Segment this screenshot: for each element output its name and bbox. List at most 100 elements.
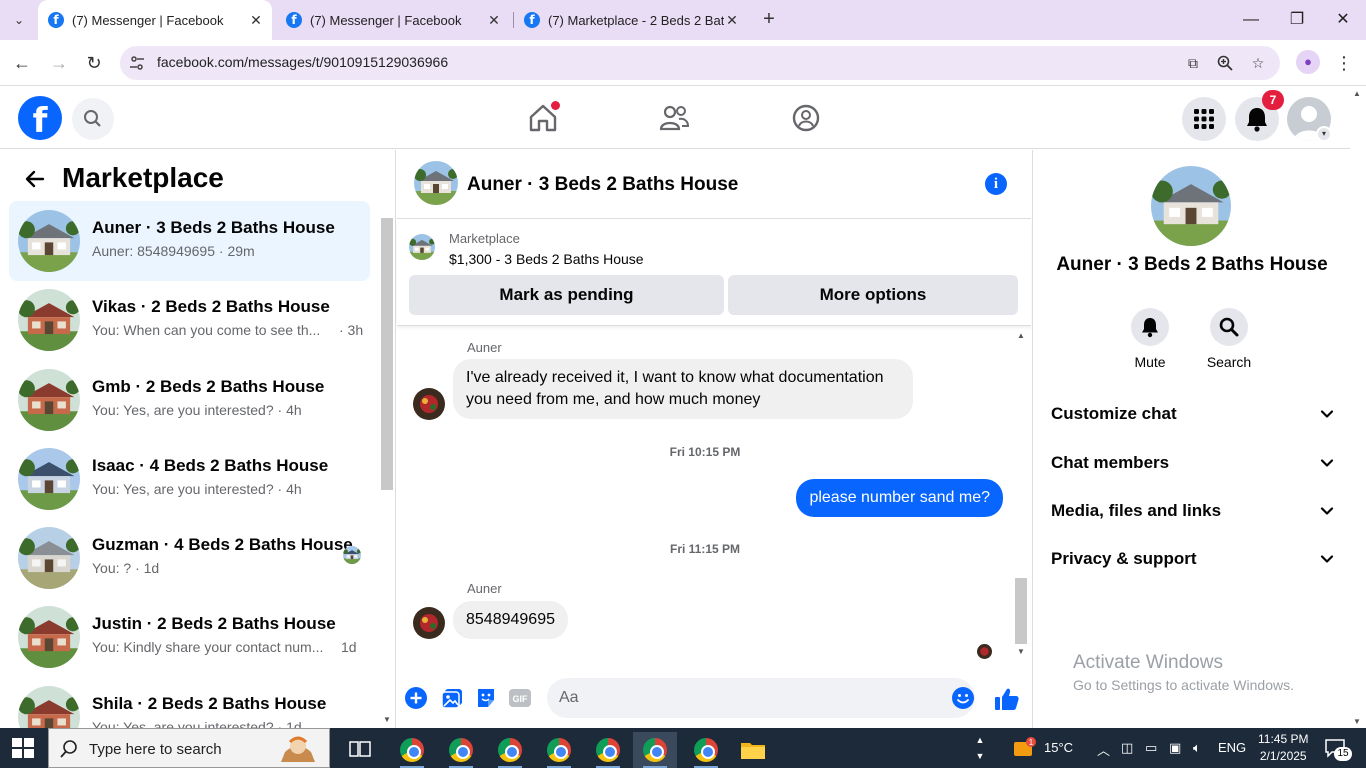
back-arrow-icon[interactable] bbox=[22, 166, 48, 192]
search-in-chat-button[interactable]: Search bbox=[1204, 308, 1254, 370]
volume-icon[interactable]: 🔈︎ bbox=[1193, 740, 1201, 756]
emoji-icon[interactable] bbox=[951, 686, 975, 710]
site-settings-icon[interactable] bbox=[128, 54, 146, 72]
sender-avatar[interactable] bbox=[413, 607, 445, 639]
browser-tab-3[interactable]: f (7) Marketplace - 2 Beds 2 Bath ✕ bbox=[514, 0, 748, 40]
back-icon[interactable]: ← bbox=[9, 50, 35, 76]
browser-menu-icon[interactable]: ⋮ bbox=[1334, 50, 1354, 76]
taskbar-chrome-6[interactable] bbox=[633, 732, 677, 768]
facebook-search-button[interactable] bbox=[72, 98, 114, 140]
forward-icon[interactable]: → bbox=[46, 50, 72, 76]
address-bar[interactable]: facebook.com/messages/t/9010915129036966… bbox=[120, 46, 1280, 80]
taskbar-chrome-5[interactable] bbox=[586, 732, 630, 768]
browser-tab-2[interactable]: f (7) Messenger | Facebook ✕ bbox=[276, 0, 510, 40]
close-tab-icon[interactable]: ✕ bbox=[248, 12, 264, 28]
gif-icon[interactable]: GIF bbox=[508, 686, 532, 710]
browser-tab-1[interactable]: f (7) Messenger | Facebook ✕ bbox=[38, 0, 272, 40]
network-icon[interactable]: ▣ bbox=[1169, 740, 1181, 756]
sender-avatar[interactable] bbox=[413, 388, 445, 420]
action-center-icon[interactable]: 15 bbox=[1324, 738, 1352, 761]
chat-time: 1d bbox=[341, 639, 357, 655]
battery-icon[interactable]: ▭ bbox=[1145, 740, 1157, 756]
conversation-scrollbar-thumb[interactable] bbox=[1015, 578, 1027, 644]
scroll-up-arrow-icon[interactable]: ▲ bbox=[1015, 330, 1027, 342]
privacy-support-section[interactable]: Privacy & support bbox=[1051, 539, 1335, 579]
facebook-logo-icon[interactable]: f bbox=[18, 96, 62, 140]
conversation-avatar[interactable] bbox=[414, 161, 458, 205]
plus-circle-icon[interactable] bbox=[404, 686, 428, 710]
zoom-icon[interactable] bbox=[1216, 54, 1234, 72]
install-app-icon[interactable]: ⧉ bbox=[1184, 54, 1202, 72]
taskbar-search-box[interactable]: Type here to search bbox=[48, 728, 330, 768]
more-options-button[interactable]: More options bbox=[728, 275, 1018, 315]
like-thumbs-up-icon[interactable] bbox=[994, 686, 1019, 710]
weather-icon[interactable]: 1 bbox=[1012, 736, 1038, 760]
restore-icon[interactable]: ❐ bbox=[1282, 6, 1312, 34]
windows-start-icon[interactable] bbox=[12, 738, 34, 758]
new-tab-icon[interactable]: + bbox=[758, 8, 780, 30]
conversation-title[interactable]: Auner · 3 Beds 2 Baths House bbox=[467, 174, 738, 196]
chat-preview: You: ? · 1d bbox=[92, 560, 160, 576]
page-scrollbar[interactable]: ▲ ▼ bbox=[1350, 87, 1366, 728]
media-files-links-section[interactable]: Media, files and links bbox=[1051, 491, 1335, 531]
friends-nav-icon[interactable] bbox=[657, 101, 691, 135]
scrollbar-thumb[interactable] bbox=[381, 218, 393, 490]
scroll-up-arrow-icon[interactable]: ▲ bbox=[1353, 89, 1361, 98]
tab-search-dropdown-icon[interactable]: ⌄ bbox=[8, 10, 30, 30]
outgoing-message-bubble[interactable]: please number sand me? bbox=[796, 479, 1003, 517]
close-tab-icon[interactable]: ✕ bbox=[724, 12, 740, 28]
mute-button[interactable]: Mute bbox=[1125, 308, 1175, 370]
menu-grid-button[interactable] bbox=[1182, 97, 1226, 141]
close-tab-icon[interactable]: ✕ bbox=[486, 12, 502, 28]
browser-profile-icon[interactable]: ● bbox=[1296, 50, 1320, 74]
taskbar-chrome-7[interactable] bbox=[684, 732, 728, 768]
taskbar-chrome-3[interactable] bbox=[488, 732, 532, 768]
show-hidden-icons-icon[interactable]: ︿ bbox=[1097, 740, 1110, 759]
chat-profile-avatar[interactable] bbox=[1151, 166, 1231, 246]
activate-windows-watermark: Activate Windows Go to Settings to activ… bbox=[1073, 652, 1294, 693]
chat-time: · 3h bbox=[339, 322, 364, 338]
groups-nav-icon[interactable] bbox=[789, 101, 823, 135]
chat-list-item[interactable]: Gmb · 2 Beds 2 Baths House You: Yes, are … bbox=[9, 360, 370, 440]
minimize-icon[interactable]: — bbox=[1236, 6, 1266, 34]
taskbar-scroll-arrows-icon[interactable]: ▲ ▼ bbox=[974, 732, 986, 764]
sticker-icon[interactable] bbox=[474, 686, 498, 710]
input-language[interactable]: ENG bbox=[1218, 740, 1246, 755]
chat-members-section[interactable]: Chat members bbox=[1051, 443, 1335, 483]
photo-icon[interactable] bbox=[440, 686, 464, 710]
tray-device-icon[interactable]: ◫ bbox=[1121, 740, 1133, 756]
taskbar-chrome-4[interactable] bbox=[537, 732, 581, 768]
info-icon[interactable]: i bbox=[985, 173, 1007, 195]
incoming-message-bubble[interactable]: 8548949695 bbox=[453, 601, 568, 639]
search-icon bbox=[84, 110, 101, 127]
chat-name: Gmb · 2 Beds 2 Baths House bbox=[92, 377, 325, 396]
task-view-icon[interactable] bbox=[338, 732, 382, 768]
reload-icon[interactable]: ↻ bbox=[81, 50, 107, 76]
home-notification-dot bbox=[551, 101, 560, 110]
chat-list-item[interactable]: Vikas · 2 Beds 2 Baths House You: When ca… bbox=[9, 280, 370, 360]
clock-time: 11:45 PM bbox=[1258, 732, 1309, 746]
browser-tab-bar: ⌄ f (7) Messenger | Facebook ✕ f (7) Mes… bbox=[0, 0, 1366, 40]
file-explorer-icon[interactable] bbox=[731, 732, 775, 768]
chat-list-item[interactable]: Auner · 3 Beds 2 Baths House Auner: 85489… bbox=[9, 201, 370, 281]
bookmark-star-icon[interactable]: ☆ bbox=[1249, 54, 1267, 72]
chevron-down-icon[interactable]: ▾ bbox=[1316, 126, 1332, 142]
scroll-down-arrow-icon[interactable]: ▼ bbox=[1353, 717, 1361, 726]
taskbar-chrome-1[interactable] bbox=[390, 732, 434, 768]
chat-list-item[interactable]: Guzman · 4 Beds 2 Baths House You: ? · 1d bbox=[9, 518, 370, 598]
listing-thumbnail bbox=[18, 686, 80, 728]
chat-list-item[interactable]: Isaac · 4 Beds 2 Baths House You: Yes, ar… bbox=[9, 439, 370, 519]
scroll-down-arrow-icon[interactable]: ▼ bbox=[1015, 646, 1027, 658]
customize-chat-section[interactable]: Customize chat bbox=[1051, 394, 1335, 434]
chat-list-item[interactable]: Justin · 2 Beds 2 Baths House You: Kindly… bbox=[9, 597, 370, 677]
message-input[interactable] bbox=[547, 678, 975, 718]
chat-list-item[interactable]: Shila · 2 Beds 2 Baths House You: Yes, ar… bbox=[9, 677, 370, 728]
close-window-icon[interactable]: ✕ bbox=[1328, 6, 1358, 34]
incoming-message-bubble[interactable]: I've already received it, I want to know… bbox=[453, 359, 913, 419]
taskbar-clock[interactable]: 11:45 PM 2/1/2025 bbox=[1258, 731, 1308, 765]
weather-temperature[interactable]: 15°C bbox=[1044, 740, 1073, 755]
listing-thumbnail[interactable] bbox=[409, 234, 435, 260]
taskbar-chrome-2[interactable] bbox=[439, 732, 483, 768]
listing-title[interactable]: $1,300 - 3 Beds 2 Baths House bbox=[449, 251, 644, 267]
mark-as-pending-button[interactable]: Mark as pending bbox=[409, 275, 724, 315]
